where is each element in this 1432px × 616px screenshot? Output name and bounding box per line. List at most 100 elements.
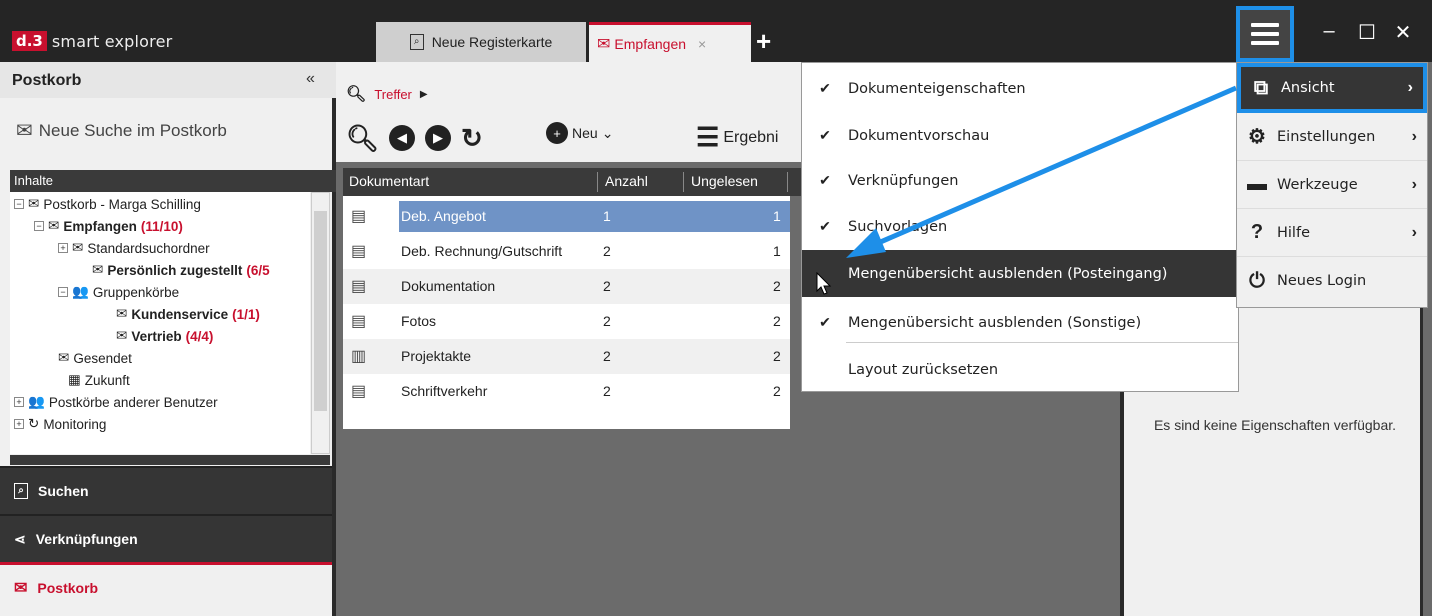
search-folder-icon: ✉ <box>72 240 84 255</box>
cell-type: Fotos <box>401 313 437 329</box>
new-search-button[interactable]: ✉ Neue Suche im Postkorb <box>16 118 227 143</box>
question-icon: ? <box>1250 221 1264 243</box>
tree-node-standardsuchordner[interactable]: + ✉ Standardsuchordner <box>58 240 210 256</box>
minimize-button[interactable]: – <box>1314 20 1344 43</box>
menu-item-label: Mengenübersicht ausblenden (Sonstige) <box>848 314 1142 331</box>
list-icon: ☰ <box>696 122 720 152</box>
menu-item-mengenuebersicht-sonstige[interactable]: ✔ Mengenübersicht ausblenden (Sonstige) <box>802 299 1238 346</box>
refresh-icon[interactable]: ↻ <box>461 123 483 154</box>
forward-icon[interactable]: ▶ <box>425 125 452 151</box>
menu-item-neues-login[interactable]: ⏻ Neues Login <box>1237 257 1427 305</box>
tree-node-gruppenkoerbe[interactable]: − 👥 Gruppenkörbe <box>58 284 179 300</box>
menu-item-dokumentvorschau[interactable]: ✔ Dokumentvorschau <box>802 112 1238 159</box>
search-icon[interactable]: 🔍︎ <box>346 123 379 154</box>
column-header[interactable]: Dokumentart <box>349 173 429 189</box>
check-icon: ✔ <box>819 314 831 330</box>
back-icon[interactable]: ◀ <box>389 125 416 151</box>
tab-label: Neue Registerkarte <box>431 34 553 50</box>
hamburger-icon <box>1251 23 1279 45</box>
main-menu: ⧉ Ansicht › ⚙ Einstellungen › ▬ Werkzeug… <box>1236 62 1428 308</box>
nav-postkorb[interactable]: ✉ Postkorb <box>0 562 332 610</box>
table-header: Dokumentart Anzahl Ungelesen <box>343 168 802 196</box>
expand-icon[interactable]: + <box>58 243 68 253</box>
envelope-icon: ✉ <box>14 579 28 597</box>
new-search-label: Neue Suche im Postkorb <box>38 120 227 140</box>
check-icon: ✔ <box>819 172 831 188</box>
nav-verknuepfungen[interactable]: ⋖ Verknüpfungen <box>0 514 332 562</box>
collapse-panel-button[interactable]: « <box>306 70 315 88</box>
document-icon: ▤ <box>351 383 367 400</box>
menu-item-label: Layout zurücksetzen <box>848 361 999 378</box>
maximize-button[interactable]: ☐ <box>1352 20 1382 45</box>
panel-title: Postkorb <box>0 62 336 98</box>
tree-node-root[interactable]: − ✉ Postkorb - Marga Schilling <box>14 196 201 212</box>
tree-scrollbar[interactable] <box>311 192 330 454</box>
cell-count: 1 <box>603 208 611 224</box>
envelope-icon: ✉ <box>116 306 128 321</box>
cell-type: Projektakte <box>401 348 472 364</box>
plus-icon: + <box>546 122 568 144</box>
check-icon: ✔ <box>819 80 831 96</box>
document-icon: ▤ <box>351 243 367 260</box>
search-icon: 🔍︎ <box>346 86 367 103</box>
results-view-button[interactable]: ☰ Ergebni <box>696 122 778 153</box>
menu-item-verknuepfungen[interactable]: ✔ Verknüpfungen <box>802 157 1238 204</box>
document-icon: ▤ <box>351 278 367 295</box>
tree-node-empfangen[interactable]: − ✉ Empfangen (11/10) <box>34 218 183 234</box>
cell-unread: 2 <box>773 348 781 364</box>
tab-empfangen[interactable]: ✉ Empfangen × <box>589 22 751 62</box>
chevron-right-icon: › <box>1411 175 1417 193</box>
menu-item-dokumenteigenschaften[interactable]: ✔ Dokumenteigenschaften <box>802 65 1238 112</box>
nav-label: Verknüpfungen <box>35 531 138 547</box>
nav-suchen[interactable]: ⌕ Suchen <box>0 466 332 514</box>
panel-splitter[interactable] <box>10 455 330 465</box>
breadcrumb-item[interactable]: Treffer <box>374 87 412 102</box>
tree-node-kundenservice[interactable]: ✉ Kundenservice (1/1) <box>116 306 260 322</box>
collapse-icon[interactable]: − <box>58 287 68 297</box>
collapse-icon[interactable]: − <box>14 199 24 209</box>
close-tab-icon[interactable]: × <box>698 36 706 52</box>
collapse-icon[interactable]: − <box>34 221 44 231</box>
tab-neue-registerkarte[interactable]: ⌕ Neue Registerkarte <box>376 22 586 62</box>
column-header[interactable]: Anzahl <box>605 173 648 189</box>
check-icon: ✔ <box>819 218 831 234</box>
tree-label: Gruppenkörbe <box>92 284 180 300</box>
new-button[interactable]: + Neu ⌄ <box>546 122 613 144</box>
expand-icon[interactable]: + <box>14 419 24 429</box>
share-icon: ⋖ <box>14 530 26 547</box>
menu-item-ansicht[interactable]: ⧉ Ansicht › <box>1237 63 1427 113</box>
tree-node-gesendet[interactable]: ✉ Gesendet <box>58 350 132 366</box>
tree-label: Standardsuchordner <box>87 240 210 256</box>
table-row[interactable]: ▤ Deb. Angebot 1 1 <box>343 199 790 234</box>
menu-item-mengenuebersicht-posteingang[interactable]: Mengenübersicht ausblenden (Posteingang) <box>802 250 1238 297</box>
tree-node-monitoring[interactable]: + ↻ Monitoring <box>14 416 106 432</box>
tree-label: Vertrieb <box>131 328 182 344</box>
window-layout-icon: ⧉ <box>1253 76 1269 99</box>
column-header[interactable]: Ungelesen <box>691 173 758 189</box>
menu-item-suchvorlagen[interactable]: ✔ Suchvorlagen <box>802 203 1238 250</box>
tree-node-zukunft[interactable]: ▦ Zukunft <box>68 372 130 388</box>
menu-item-werkzeuge[interactable]: ▬ Werkzeuge › <box>1237 161 1427 209</box>
table-row[interactable]: ▤ Schriftverkehr 2 2 <box>343 374 790 409</box>
tree-node-persoenlich[interactable]: ✉ Persönlich zugestellt (6/5 <box>92 262 270 278</box>
table-row[interactable]: ▤ Deb. Rechnung/Gutschrift 2 1 <box>343 234 790 269</box>
tree-label: Empfangen <box>63 218 137 234</box>
close-window-button[interactable]: ✕ <box>1388 20 1418 45</box>
menu-item-hilfe[interactable]: ? Hilfe › <box>1237 209 1427 257</box>
menu-item-label: Ansicht <box>1281 80 1335 96</box>
table-row[interactable]: ▤ Fotos 2 2 <box>343 304 790 339</box>
table-row[interactable]: ▥ Projektakte 2 2 <box>343 339 790 374</box>
table-row[interactable]: ▤ Dokumentation 2 2 <box>343 269 790 304</box>
mail-search-icon: ✉ <box>16 120 33 142</box>
add-tab-button[interactable]: + <box>756 26 771 57</box>
main-menu-button[interactable] <box>1236 6 1294 62</box>
unread-count: (11/10) <box>140 218 183 234</box>
tree-label: Persönlich zugestellt <box>107 262 243 278</box>
expand-icon[interactable]: + <box>14 397 24 407</box>
menu-item-layout-zuruecksetzen[interactable]: Layout zurücksetzen <box>802 346 1238 393</box>
tree-node-vertrieb[interactable]: ✉ Vertrieb (4/4) <box>116 328 213 344</box>
menu-item-einstellungen[interactable]: ⚙ Einstellungen › <box>1237 113 1427 161</box>
tree-label: Monitoring <box>43 416 107 432</box>
tree-node-andere[interactable]: + 👥 Postkörbe anderer Benutzer <box>14 394 218 410</box>
envelope-icon: ✉ <box>28 196 40 211</box>
